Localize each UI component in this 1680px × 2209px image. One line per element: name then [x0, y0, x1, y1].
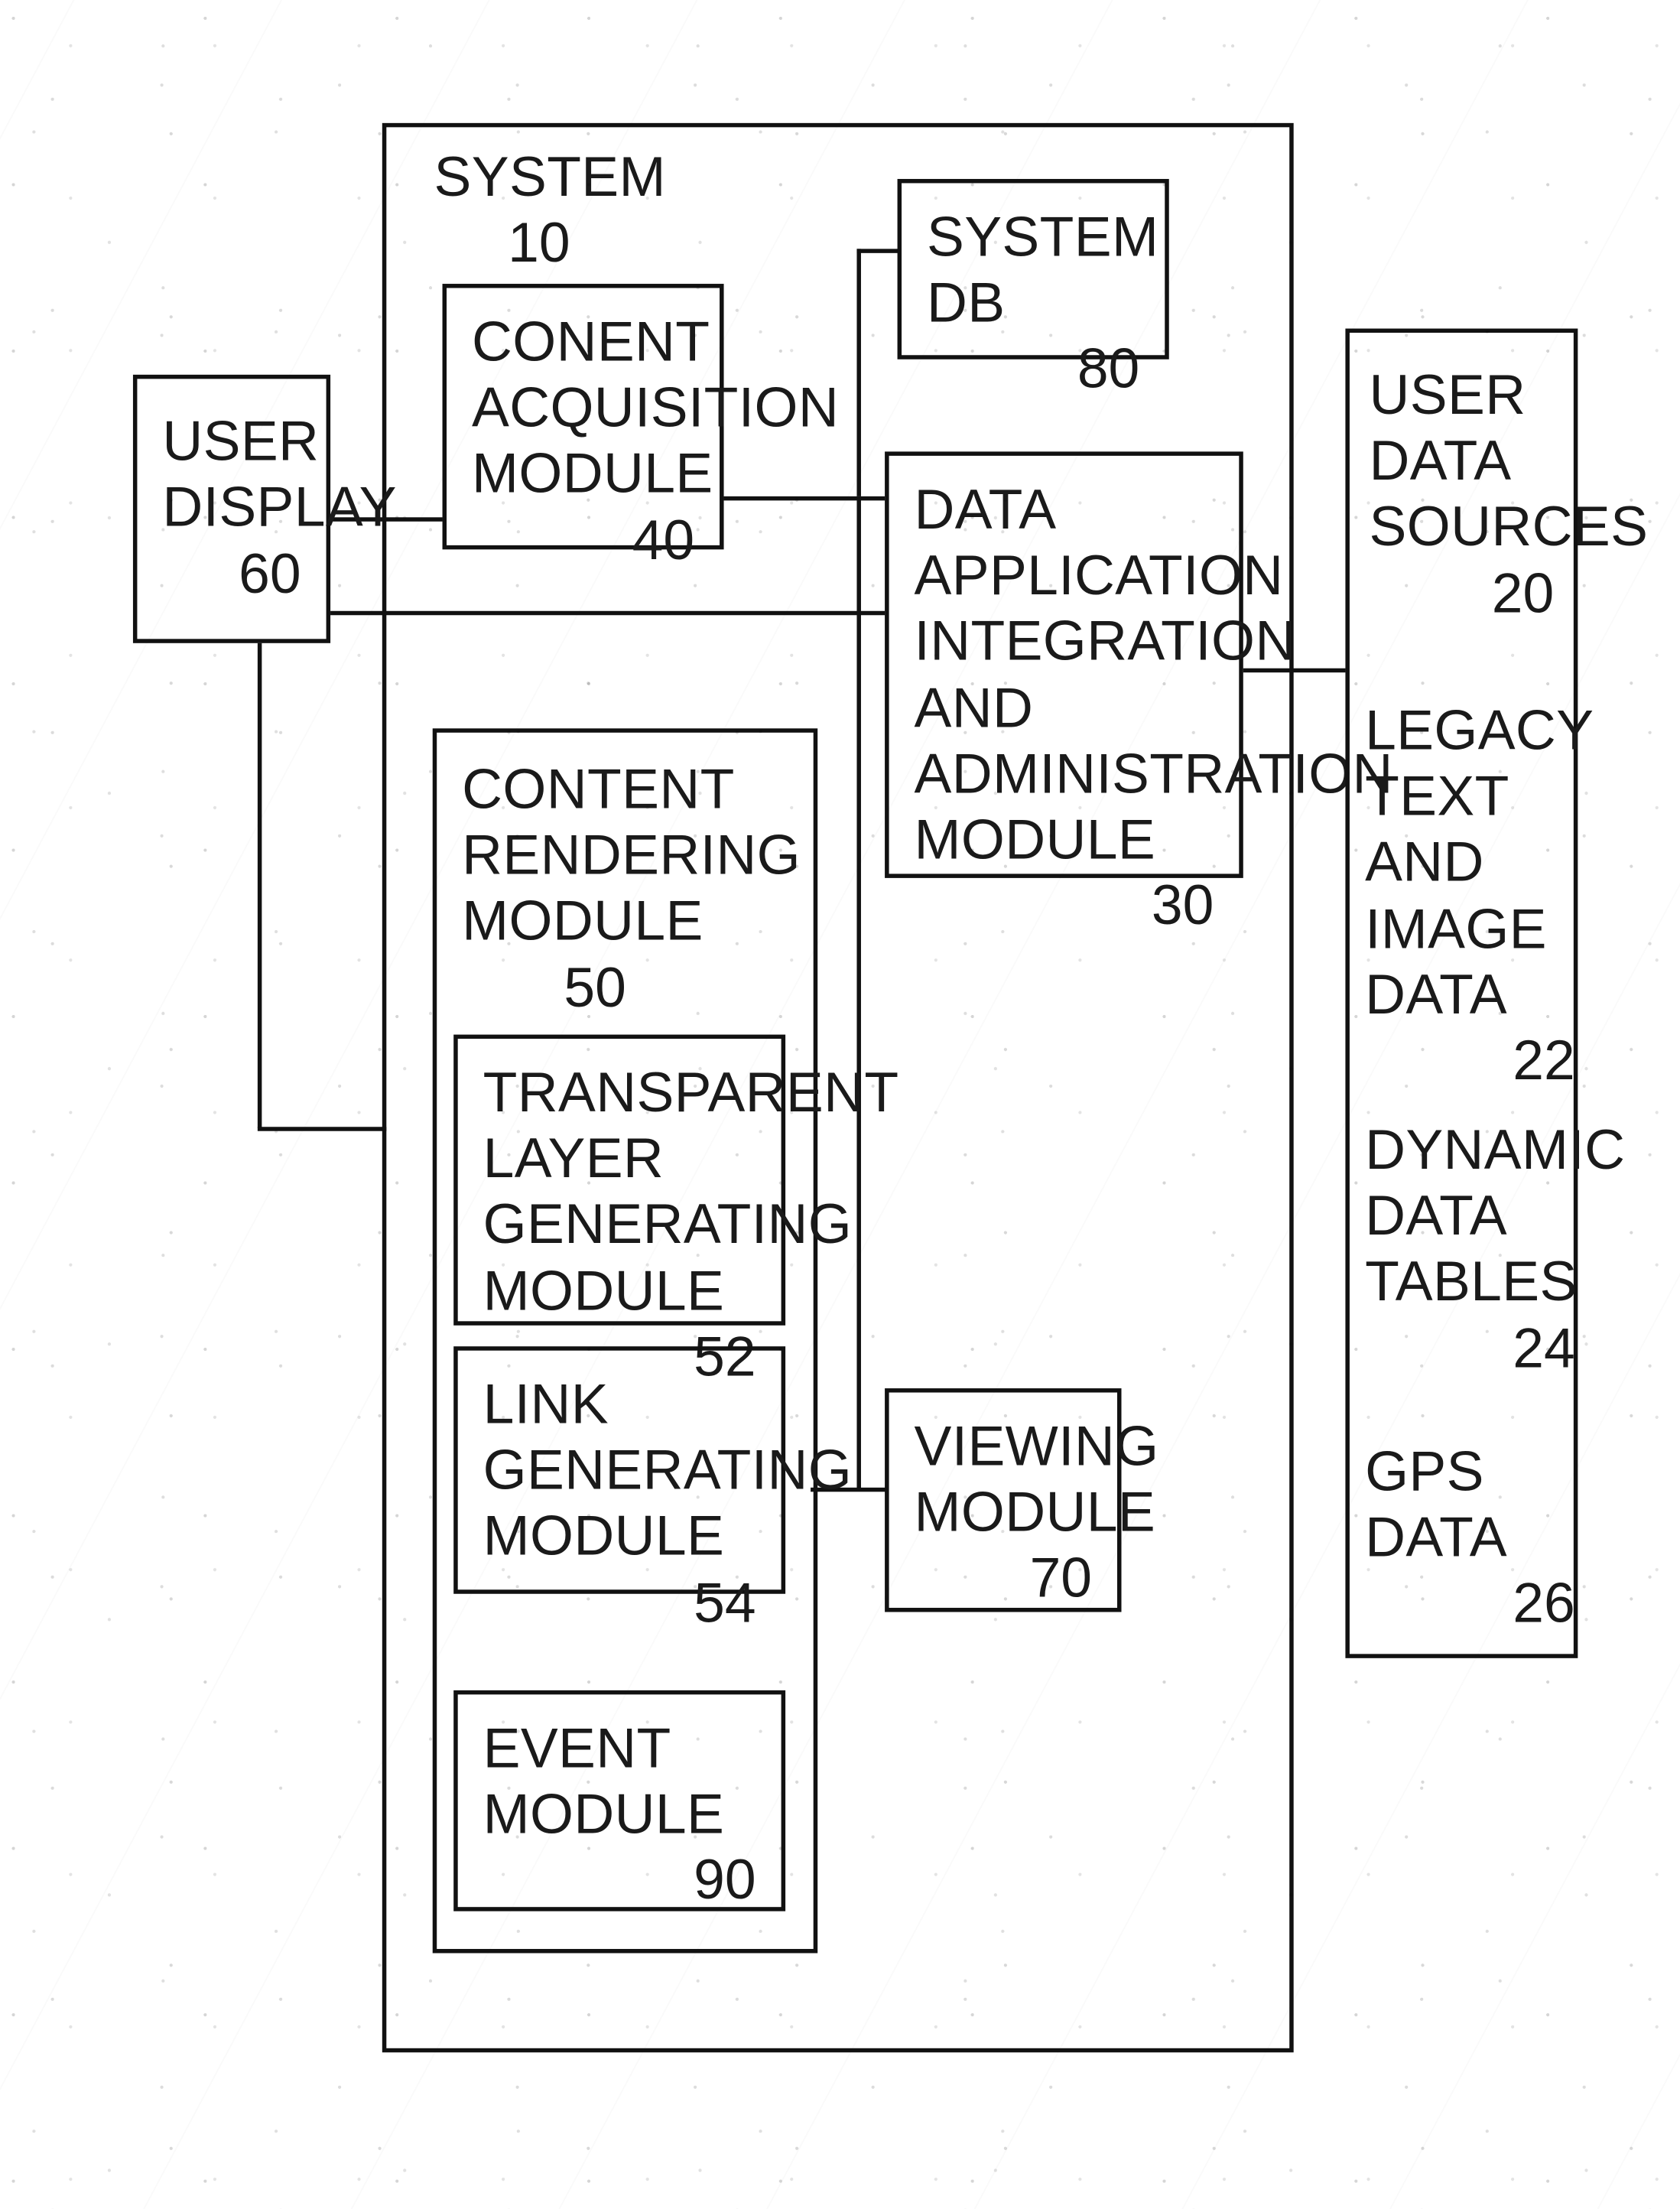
data-application-integration-label: DATA APPLICATION INTEGRATION AND ADMINIS… [914, 479, 1393, 871]
dynamic-data-tables-label: DYNAMIC DATA TABLES [1365, 1120, 1626, 1314]
connector-display-to-rendering [257, 1127, 387, 1131]
viewing-module-label: VIEWING MODULE [914, 1416, 1159, 1544]
transparent-layer-label: TRANSPARENT LAYER GENERATING MODULE [483, 1062, 899, 1322]
connector-systemdb-trunk-vertical [856, 249, 861, 496]
content-rendering-label: CONTENT RENDERING MODULE [462, 759, 801, 953]
dynamic-data-tables-entry: DYNAMIC DATA TABLES 24 [1365, 1118, 1626, 1382]
legacy-data-label: LEGACY TEXT AND IMAGE DATA [1365, 700, 1594, 1026]
content-rendering-ref: 50 [564, 957, 626, 1019]
transparent-layer-generating-module-box[interactable]: TRANSPARENT LAYER GENERATING MODULE 52 [453, 1034, 899, 1388]
system-title: SYSTEM 10 [434, 145, 666, 278]
legacy-data-entry: LEGACY TEXT AND IMAGE DATA 22 [1365, 699, 1594, 1095]
content-acquisition-ref: 40 [632, 509, 695, 571]
system-db-box[interactable]: SYSTEM DB 80 [897, 178, 1169, 400]
link-generating-module-box[interactable]: LINK GENERATING MODULE 54 [453, 1346, 853, 1634]
legacy-data-ref: 22 [1513, 1030, 1575, 1092]
data-application-integration-ref: 30 [1151, 875, 1214, 937]
system-db-ref: 80 [1077, 339, 1140, 401]
connector-display-to-dataapp [330, 610, 885, 616]
system-ref-number: 10 [508, 213, 570, 275]
link-generating-label: LINK GENERATING MODULE [483, 1374, 853, 1568]
gps-data-label: GPS DATA [1365, 1441, 1507, 1570]
connector-display-down-vertical [257, 643, 262, 1129]
content-acquisition-module-box[interactable]: CONENT ACQUISITION MODULE 40 [442, 284, 840, 571]
gps-data-ref: 26 [1513, 1573, 1575, 1635]
data-application-integration-module-box[interactable]: DATA APPLICATION INTEGRATION AND ADMINIS… [885, 451, 1393, 937]
user-data-sources-label: USER DATA SOURCES [1369, 365, 1649, 558]
user-display-box[interactable]: USER DISPLAY 60 [132, 374, 397, 643]
event-module-box[interactable]: EVENT MODULE 90 [453, 1690, 786, 1911]
viewing-module-box[interactable]: VIEWING MODULE 70 [885, 1388, 1159, 1612]
user-data-sources-ref: 20 [1491, 562, 1555, 625]
user-display-ref: 60 [239, 543, 301, 605]
system-db-label: SYSTEM DB [927, 207, 1159, 335]
dynamic-data-tables-ref: 24 [1513, 1317, 1575, 1380]
content-acquisition-label: CONENT ACQUISITION MODULE [471, 311, 840, 506]
system-title-label: SYSTEM [434, 146, 666, 209]
patent-figure-page: SYSTEM 10 USER DISPLAY 60 CONENT ACQUISI… [0, 0, 1680, 2209]
link-generating-ref: 54 [694, 1572, 756, 1634]
event-module-label: EVENT MODULE [483, 1718, 725, 1846]
user-display-label: USER DISPLAY [162, 411, 397, 539]
gps-data-entry: GPS DATA 26 [1365, 1440, 1575, 1638]
event-module-ref: 90 [694, 1850, 756, 1912]
viewing-module-ref: 70 [1029, 1548, 1093, 1610]
connector-center-trunk-vertical [856, 496, 861, 1491]
connector-systemdb-horizontal [856, 249, 899, 253]
